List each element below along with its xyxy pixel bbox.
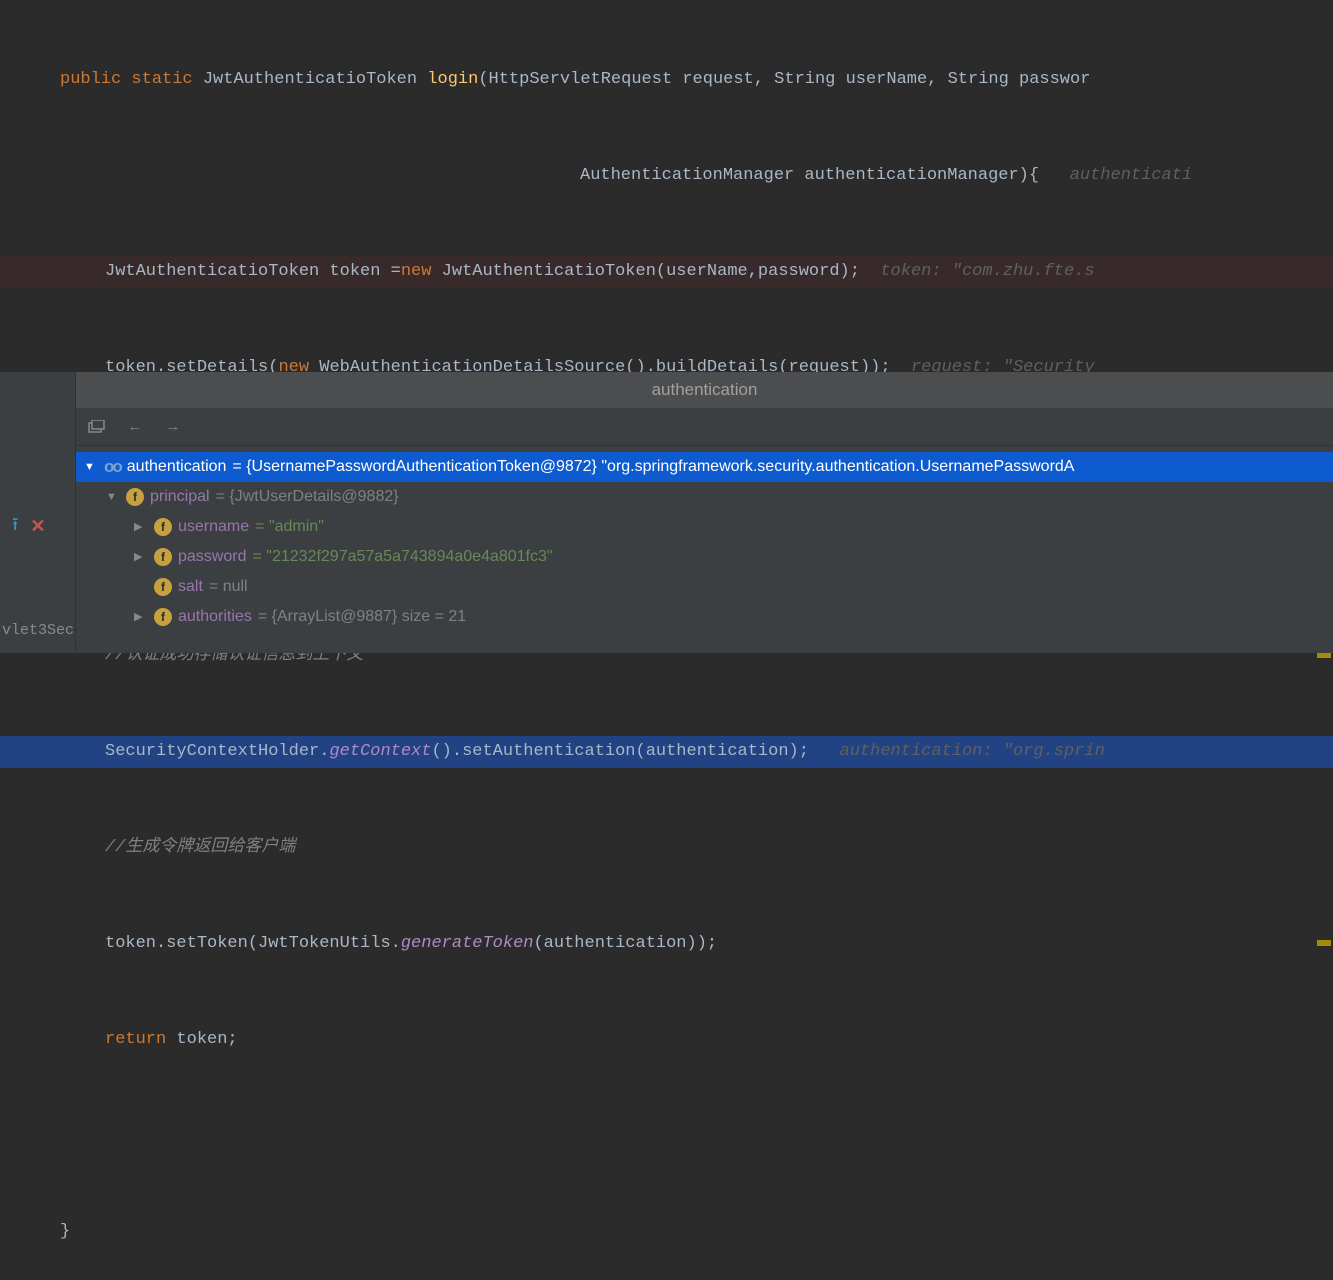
tree-row[interactable]: ▶ f password = "21232f297a57a5a743894a0e… (76, 542, 1333, 572)
inline-hint: authenticati (1070, 166, 1192, 185)
var-value: = {JwtUserDetails@9882} (216, 482, 399, 512)
inline-hint: authentication: "org.sprin (840, 742, 1105, 761)
chevron-right-icon[interactable]: ▶ (134, 512, 148, 542)
debug-left-gutter: ⭱ ✕ vlet3Sec (0, 372, 76, 653)
code-line: JwtAuthenticatioToken token =new JwtAuth… (0, 256, 1333, 288)
var-value: = {ArrayList@9887} size = 21 (258, 602, 466, 632)
tree-row[interactable]: ▼ f principal = {JwtUserDetails@9882} (76, 482, 1333, 512)
var-value: = "admin" (255, 512, 324, 542)
chevron-down-icon[interactable]: ▼ (84, 452, 98, 482)
code-line: //生成令牌返回给客户端 (0, 832, 1333, 864)
code-line: public static JwtAuthenticatioToken logi… (0, 64, 1333, 96)
keyword-public: public (60, 70, 121, 89)
variables-tree[interactable]: ▼ oo authentication = {UsernamePasswordA… (76, 446, 1333, 632)
var-value: = null (209, 572, 248, 602)
var-label: username (178, 512, 249, 542)
inline-hint: token: "com.zhu.fte.s (880, 262, 1094, 281)
debug-toolbar: ← → (76, 408, 1333, 446)
forward-icon[interactable]: → (162, 416, 184, 438)
chevron-right-icon[interactable]: ▶ (134, 602, 148, 632)
code-line: token.setToken(JwtTokenUtils.generateTok… (0, 928, 1333, 960)
code-line (0, 1120, 1333, 1152)
tree-row[interactable]: ▶ f salt = null (76, 572, 1333, 602)
code-line: AuthenticationManager authenticationMana… (0, 160, 1333, 192)
evaluate-expression-bar[interactable]: authentication (76, 372, 1333, 408)
keyword-static: static (131, 70, 192, 89)
close-icon[interactable]: ✕ (30, 516, 45, 538)
type: JwtAuthenticatioToken (203, 70, 417, 89)
evaluate-expression-text: authentication (652, 380, 758, 400)
new-watch-icon[interactable] (86, 416, 108, 438)
params: AuthenticationManager authenticationMana… (580, 166, 1039, 185)
function-name: login (427, 70, 478, 89)
current-execution-line: SecurityContextHolder.getContext().setAu… (0, 736, 1333, 768)
var-label: principal (150, 482, 210, 512)
field-icon: f (126, 488, 144, 506)
var-label: authentication (127, 452, 227, 482)
truncated-tab-label[interactable]: vlet3Sec (2, 622, 74, 639)
tree-row[interactable]: ▶ f authorities = {ArrayList@9887} size … (76, 602, 1333, 632)
chevron-right-icon[interactable]: ▶ (134, 542, 148, 572)
field-icon: f (154, 518, 172, 536)
var-value: = {UsernamePasswordAuthenticationToken@9… (232, 452, 1074, 482)
tree-row[interactable]: ▶ f username = "admin" (76, 512, 1333, 542)
tree-row-root[interactable]: ▼ oo authentication = {UsernamePasswordA… (76, 452, 1333, 482)
comment: //生成令牌返回给客户端 (105, 838, 295, 857)
field-icon: f (154, 608, 172, 626)
chevron-down-icon[interactable]: ▼ (106, 482, 120, 512)
var-label: password (178, 542, 246, 572)
var-label: salt (178, 572, 203, 602)
code-line: } (0, 1216, 1333, 1248)
params: (HttpServletRequest request, String user… (478, 70, 1090, 89)
back-icon[interactable]: ← (124, 416, 146, 438)
gutter-marker (1317, 940, 1331, 946)
code-line: return token; (0, 1024, 1333, 1056)
var-label: authorities (178, 602, 252, 632)
var-value: = "21232f297a57a5a743894a0e4a801fc3" (252, 542, 552, 572)
field-icon: f (154, 548, 172, 566)
upload-icon[interactable]: ⭱ (12, 512, 18, 542)
watch-icon: oo (104, 452, 121, 482)
field-icon: f (154, 578, 172, 596)
debug-variables-panel[interactable]: authentication ← → ▼ oo authentication =… (76, 372, 1333, 653)
